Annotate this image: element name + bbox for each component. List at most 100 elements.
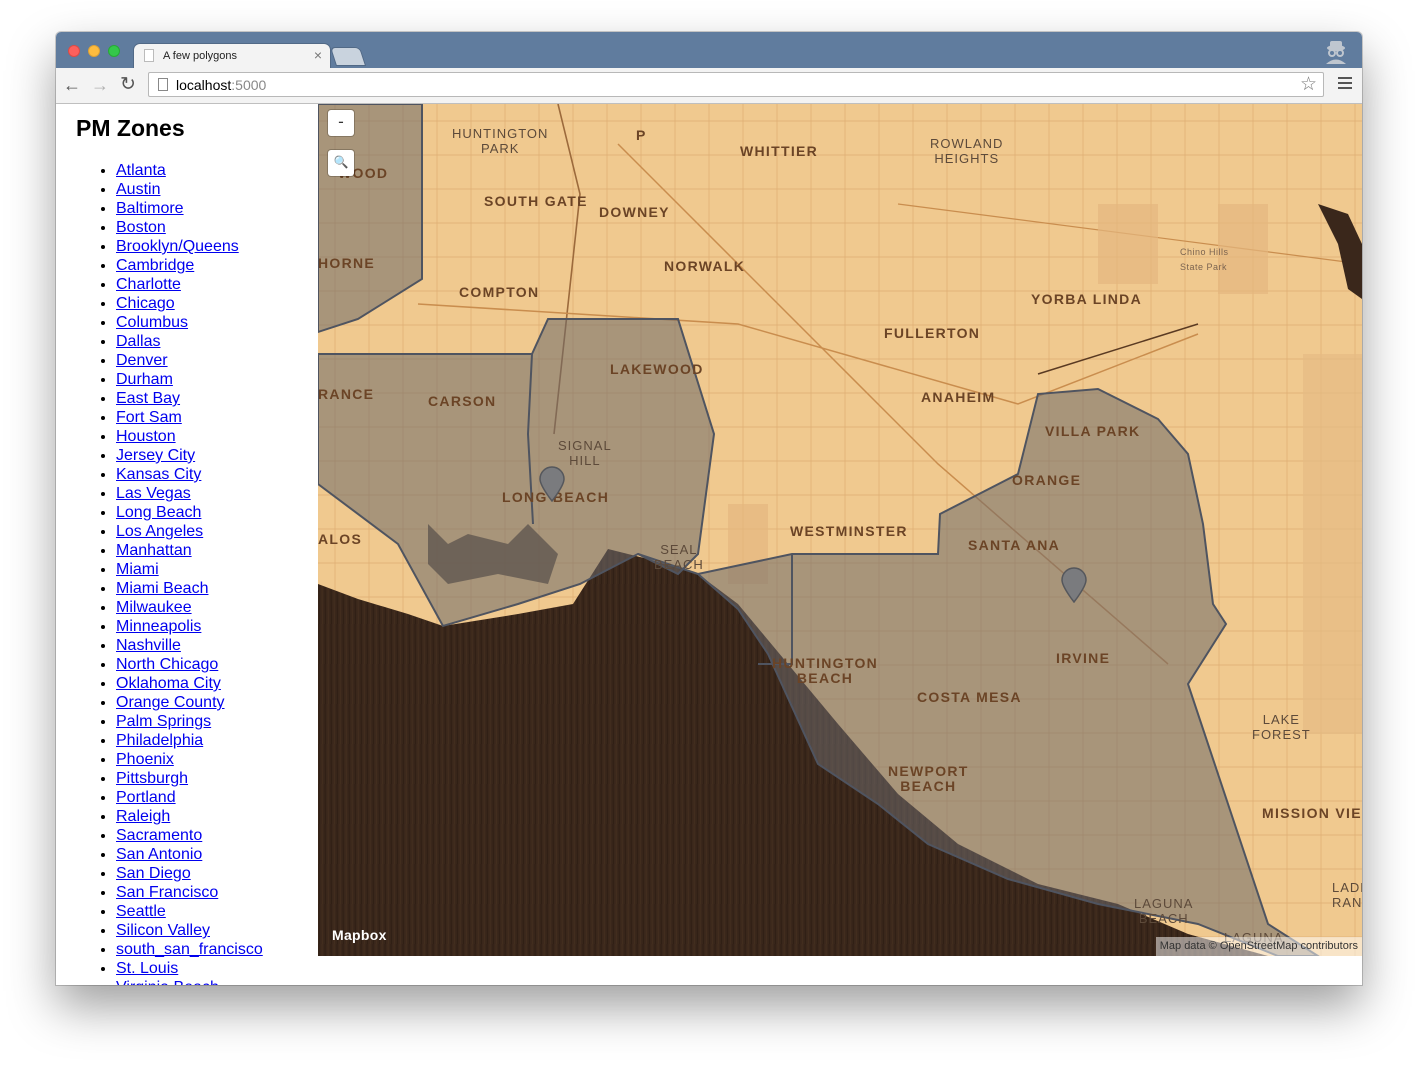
zone-link[interactable]: Austin: [116, 181, 160, 198]
zone-list-item: Durham: [116, 370, 263, 389]
zone-list-item: Dallas: [116, 332, 263, 351]
incognito-profile-icon[interactable]: [1322, 38, 1350, 64]
map-label-yorba-linda: YORBA LINDA: [1031, 291, 1143, 307]
zone-link[interactable]: Oklahoma City: [116, 675, 221, 692]
zone-link[interactable]: Las Vegas: [116, 485, 191, 502]
zone-link[interactable]: Portland: [116, 789, 176, 806]
map-label-irvine: IRVINE: [1056, 650, 1111, 666]
page-icon: [158, 78, 168, 91]
zone-link[interactable]: Philadelphia: [116, 732, 203, 749]
zone-link[interactable]: Baltimore: [116, 200, 184, 217]
zone-link[interactable]: Atlanta: [116, 162, 166, 179]
zone-link[interactable]: Phoenix: [116, 751, 174, 768]
zone-list-item: Cambridge: [116, 256, 263, 275]
address-bar[interactable]: localhost:5000 ☆: [148, 72, 1324, 97]
map-label-rowland-heights: ROWLAND HEIGHTS: [930, 136, 1004, 166]
map-label-westminster: WESTMINSTER: [790, 523, 908, 539]
zone-link[interactable]: San Diego: [116, 865, 191, 882]
zone-list-item: Sacramento: [116, 826, 263, 845]
browser-toolbar: ← → ↻ localhost:5000 ☆: [56, 68, 1362, 104]
zone-link[interactable]: Milwaukee: [116, 599, 192, 616]
mapbox-logo[interactable]: Mapbox: [332, 927, 387, 943]
zone-link[interactable]: Jersey City: [116, 447, 195, 464]
zone-link[interactable]: East Bay: [116, 390, 180, 407]
hamburger-menu-icon[interactable]: [1338, 77, 1352, 91]
back-arrow-icon[interactable]: ←: [62, 75, 82, 95]
zone-link[interactable]: Pittsburgh: [116, 770, 188, 787]
zone-link[interactable]: Raleigh: [116, 808, 170, 825]
zone-link[interactable]: Manhattan: [116, 542, 192, 559]
zone-link[interactable]: Chicago: [116, 295, 175, 312]
page-title: PM Zones: [76, 115, 185, 141]
map-label-anaheim: ANAHEIM: [921, 389, 996, 405]
zone-link[interactable]: Miami Beach: [116, 580, 208, 597]
zone-list-item: Charlotte: [116, 275, 263, 294]
zone-link[interactable]: Charlotte: [116, 276, 181, 293]
map-label-south-gate: SOUTH GATE: [484, 193, 588, 209]
zone-link[interactable]: San Antonio: [116, 846, 202, 863]
map-label-horne: HORNE: [318, 255, 376, 271]
map-marker-pin-orange-county[interactable]: [1061, 567, 1087, 603]
zone-link[interactable]: Miami: [116, 561, 159, 578]
zone-link[interactable]: south_san_francisco: [116, 941, 263, 958]
zone-link[interactable]: St. Louis: [116, 960, 178, 977]
zone-link[interactable]: Seattle: [116, 903, 166, 920]
zone-link[interactable]: Long Beach: [116, 504, 201, 521]
zone-list-item: Milwaukee: [116, 598, 263, 617]
close-window-button[interactable]: [68, 45, 80, 57]
zone-link[interactable]: Silicon Valley: [116, 922, 210, 939]
zone-link[interactable]: North Chicago: [116, 656, 218, 673]
page-content: PM Zones Atlanta Austin Baltimore Boston Bro…: [56, 104, 1362, 985]
new-tab-button[interactable]: [331, 48, 365, 65]
zoom-out-button[interactable]: -: [328, 110, 354, 136]
zone-link[interactable]: Kansas City: [116, 466, 201, 483]
browser-tab[interactable]: A few polygons ×: [134, 44, 330, 68]
zone-link[interactable]: Palm Springs: [116, 713, 211, 730]
zone-link[interactable]: Brooklyn/Queens: [116, 238, 239, 255]
zone-link[interactable]: Denver: [116, 352, 168, 369]
zone-list-item: Long Beach: [116, 503, 263, 522]
zone-link[interactable]: Los Angeles: [116, 523, 203, 540]
zone-list-item: Seattle: [116, 902, 263, 921]
bookmark-star-icon[interactable]: ☆: [1300, 73, 1317, 96]
url-text[interactable]: localhost:5000: [176, 77, 266, 93]
zone-list-item: St. Louis: [116, 959, 263, 978]
reload-icon[interactable]: ↻: [118, 75, 138, 95]
zone-link[interactable]: Orange County: [116, 694, 225, 711]
zone-link[interactable]: Durham: [116, 371, 173, 388]
zone-list-item: south_san_francisco: [116, 940, 263, 959]
zone-link[interactable]: Sacramento: [116, 827, 202, 844]
zone-list-item: Atlanta: [116, 161, 263, 180]
zone-link[interactable]: Virginia Beach: [116, 979, 219, 985]
zoom-window-button[interactable]: [108, 45, 120, 57]
map-label-p: P: [636, 127, 647, 143]
map-label-huntington-park: HUNTINGTON PARK: [452, 126, 549, 156]
map-label-norwalk: NORWALK: [664, 258, 746, 274]
zone-list-item: Denver: [116, 351, 263, 370]
zone-list-item: San Francisco: [116, 883, 263, 902]
zone-link[interactable]: Cambridge: [116, 257, 194, 274]
zone-link[interactable]: Dallas: [116, 333, 160, 350]
zone-link[interactable]: Nashville: [116, 637, 181, 654]
zone-link[interactable]: San Francisco: [116, 884, 218, 901]
zone-list: Atlanta Austin Baltimore Boston Brooklyn/Que…: [76, 161, 263, 985]
zone-link[interactable]: Fort Sam: [116, 409, 182, 426]
zone-link[interactable]: Minneapolis: [116, 618, 201, 635]
minimize-window-button[interactable]: [88, 45, 100, 57]
map-view[interactable]: HUNTINGTON PARK P WHITTIER ROWLAND HEIGH…: [318, 104, 1362, 956]
forward-arrow-icon[interactable]: →: [90, 75, 110, 95]
zone-link[interactable]: Columbus: [116, 314, 188, 331]
zone-list-item: San Diego: [116, 864, 263, 883]
zone-list-item: Miami: [116, 560, 263, 579]
map-label-whittier: WHITTIER: [740, 143, 819, 159]
tab-close-icon[interactable]: ×: [314, 47, 322, 63]
map-attribution[interactable]: Map data © OpenStreetMap contributors: [1155, 937, 1362, 956]
zone-link[interactable]: Houston: [116, 428, 176, 445]
map-marker-pin-long-beach[interactable]: [539, 466, 565, 502]
zone-list-item: North Chicago: [116, 655, 263, 674]
map-search-icon[interactable]: 🔍: [328, 150, 354, 176]
zone-list-item: San Antonio: [116, 845, 263, 864]
map-label-fullerton: FULLERTON: [884, 325, 981, 341]
zone-link[interactable]: Boston: [116, 219, 166, 236]
map-label-villa-park: VILLA PARK: [1045, 423, 1141, 439]
